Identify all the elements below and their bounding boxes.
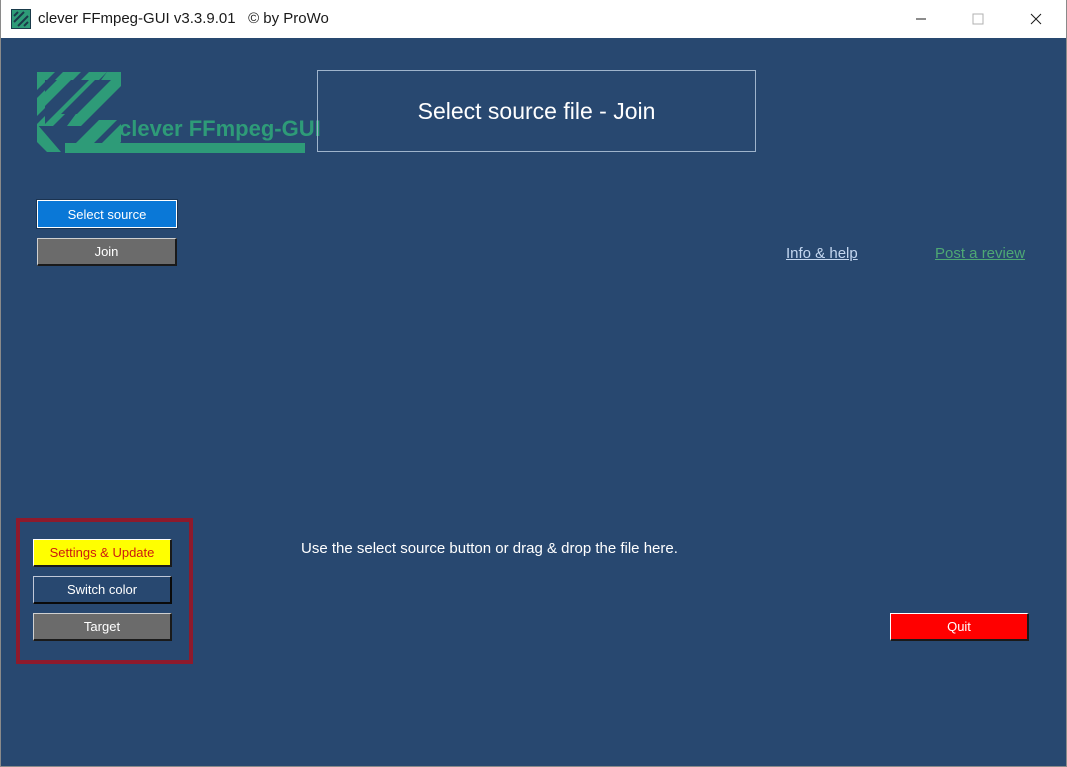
switch-color-button[interactable]: Switch color (33, 576, 172, 604)
window-title: clever FFmpeg-GUI v3.3.9.01 © by ProWo (38, 10, 329, 27)
maximize-button[interactable] (955, 0, 1001, 38)
post-review-link[interactable]: Post a review (935, 245, 1025, 262)
logo-text: clever FFmpeg-GUI (119, 116, 321, 141)
close-icon (1030, 13, 1042, 25)
page-title-box: Select source file - Join (317, 70, 756, 152)
page-title: Select source file - Join (417, 97, 656, 124)
app-window: clever FFmpeg-GUI v3.3.9.01 © by ProWo c… (0, 0, 1067, 767)
quit-button[interactable]: Quit (890, 613, 1029, 641)
drop-hint-text: Use the select source button or drag & d… (301, 540, 678, 557)
info-help-link[interactable]: Info & help (786, 245, 858, 262)
join-button[interactable]: Join (37, 238, 177, 266)
settings-update-button[interactable]: Settings & Update (33, 539, 172, 567)
app-logo-icon (11, 9, 31, 29)
title-bar[interactable]: clever FFmpeg-GUI v3.3.9.01 © by ProWo (1, 0, 1066, 38)
minimize-icon (915, 13, 927, 25)
close-button[interactable] (1013, 0, 1059, 38)
select-source-button[interactable]: Select source (36, 199, 178, 229)
target-button[interactable]: Target (33, 613, 172, 641)
minimize-button[interactable] (898, 0, 944, 38)
maximize-icon (972, 13, 984, 25)
